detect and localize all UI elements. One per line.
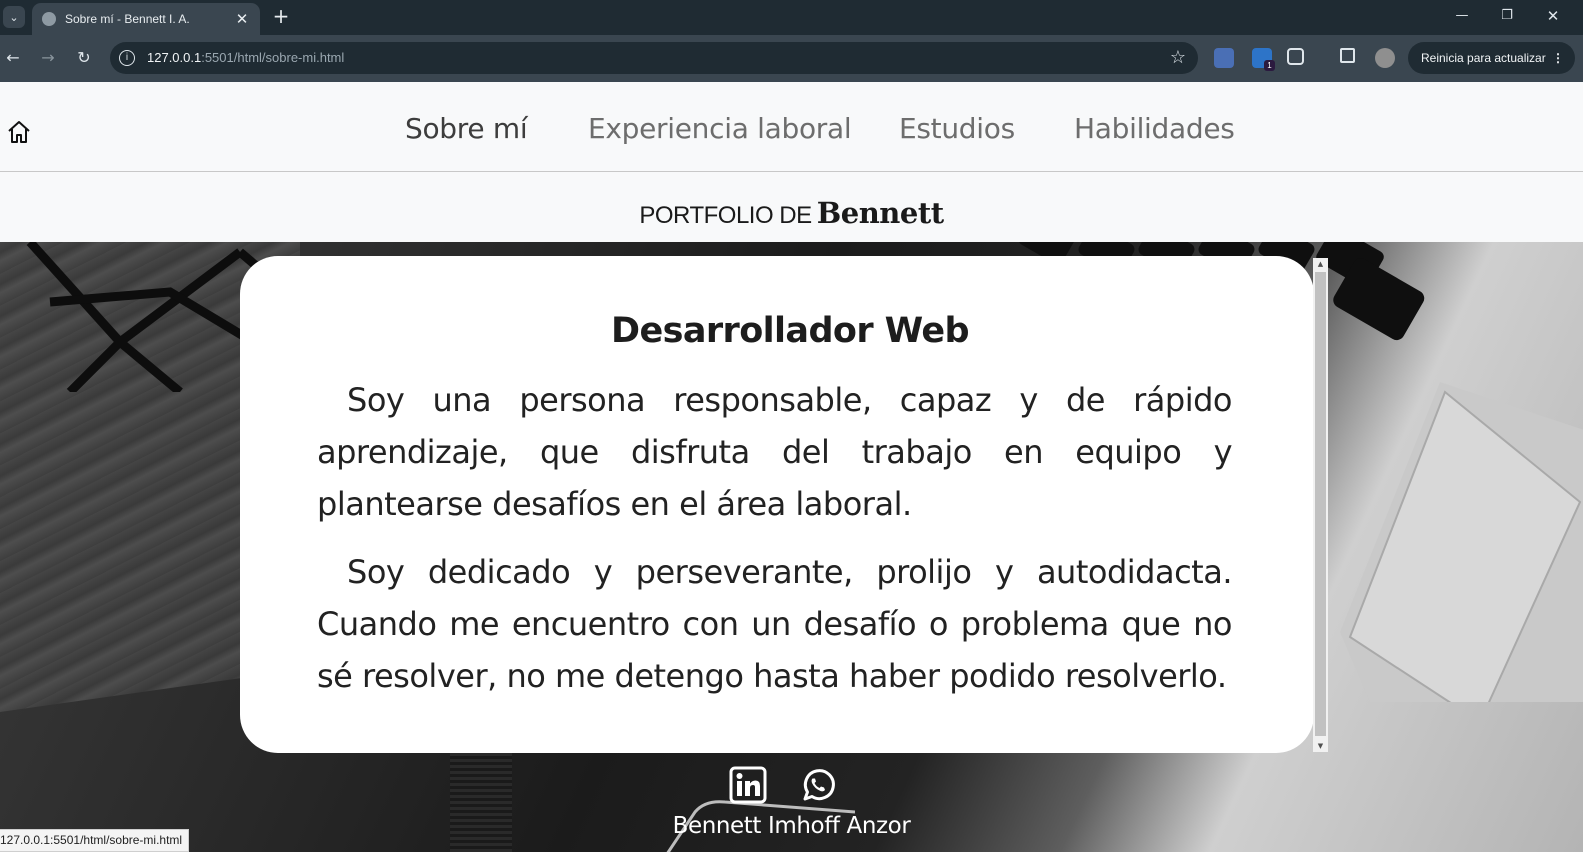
about-card: Desarrollador Web Soy una persona respon…: [240, 256, 1314, 753]
site-info-icon[interactable]: i: [119, 50, 135, 66]
tab-close-icon[interactable]: ✕: [234, 10, 250, 28]
restart-update-button[interactable]: Reinicia para actualizar ⋮: [1408, 42, 1575, 74]
tab-title: Sobre mí - Bennett I. A.: [65, 12, 190, 26]
nav-link-estudios[interactable]: Estudios: [899, 112, 1015, 145]
tab-search-chevron-icon[interactable]: ⌄: [3, 6, 25, 28]
extensions-puzzle-icon[interactable]: [1287, 48, 1304, 65]
web-page: Sobre mí Experiencia laboral Estudios Ha…: [0, 82, 1583, 852]
address-bar[interactable]: i 127.0.0.1:5501/html/sobre-mi.html ☆: [110, 42, 1198, 74]
status-bar-url: 127.0.0.1:5501/html/sobre-mi.html: [0, 829, 190, 852]
about-paragraph-2: Soy dedicado y perseverante, prolijo y a…: [317, 553, 1233, 695]
footer-author-name: Bennett Imhoff Anzor: [672, 813, 911, 839]
browser-tab-strip: ⌄ Sobre mí - Bennett I. A. ✕ + — ❐ ✕: [0, 0, 1583, 35]
brand-prefix: PORTFOLIO DE: [639, 202, 812, 229]
restore-icon[interactable]: ❐: [1494, 6, 1520, 26]
url-text: 127.0.0.1:5501/html/sobre-mi.html: [147, 50, 345, 65]
whatsapp-icon[interactable]: [799, 766, 837, 804]
nav-link-sobre-mi[interactable]: Sobre mí: [405, 112, 528, 145]
extension-badge-icon[interactable]: 1: [1252, 48, 1275, 71]
new-tab-plus-icon[interactable]: +: [271, 6, 291, 26]
home-icon[interactable]: [6, 119, 32, 145]
restart-update-label: Reinicia para actualizar: [1421, 51, 1546, 65]
brand-name: Bennett: [816, 196, 944, 230]
back-arrow-icon[interactable]: ←: [2, 47, 24, 69]
tab-favicon-icon: [42, 12, 56, 26]
scroll-up-arrow-icon[interactable]: ▲: [1313, 258, 1328, 270]
side-panel-icon[interactable]: [1340, 48, 1355, 63]
extension-badge-count: 1: [1264, 60, 1275, 71]
close-window-icon[interactable]: ✕: [1540, 6, 1566, 26]
active-tab[interactable]: Sobre mí - Bennett I. A. ✕: [32, 3, 260, 35]
portfolio-brand: PORTFOLIO DE Bennett: [0, 196, 1583, 230]
minimize-icon[interactable]: —: [1449, 6, 1475, 26]
card-scrollbar-thumb[interactable]: [1315, 272, 1326, 736]
profile-avatar[interactable]: [1375, 48, 1395, 68]
site-navbar: Sobre mí Experiencia laboral Estudios Ha…: [0, 82, 1583, 172]
extension-translate-icon[interactable]: [1214, 48, 1234, 68]
browser-toolbar: ← → ↻ i 127.0.0.1:5501/html/sobre-mi.htm…: [0, 35, 1583, 82]
scroll-down-arrow-icon[interactable]: ▼: [1313, 740, 1328, 752]
linkedin-icon[interactable]: [729, 766, 767, 804]
about-title: Desarrollador Web: [611, 311, 970, 351]
browser-menu-icon[interactable]: ⋮: [1552, 42, 1564, 74]
nav-link-experiencia-laboral[interactable]: Experiencia laboral: [588, 112, 852, 145]
background-laptop: [1340, 382, 1583, 702]
about-paragraph-1: Soy una persona responsable, capaz y de …: [317, 381, 1233, 523]
forward-arrow-icon[interactable]: →: [37, 47, 59, 69]
portfolio-header: PORTFOLIO DE Bennett: [0, 172, 1583, 242]
bookmark-star-icon[interactable]: ☆: [1170, 47, 1186, 68]
nav-link-habilidades[interactable]: Habilidades: [1074, 112, 1235, 145]
card-scrollbar[interactable]: ▲ ▼: [1313, 258, 1328, 752]
reload-icon[interactable]: ↻: [73, 47, 95, 69]
